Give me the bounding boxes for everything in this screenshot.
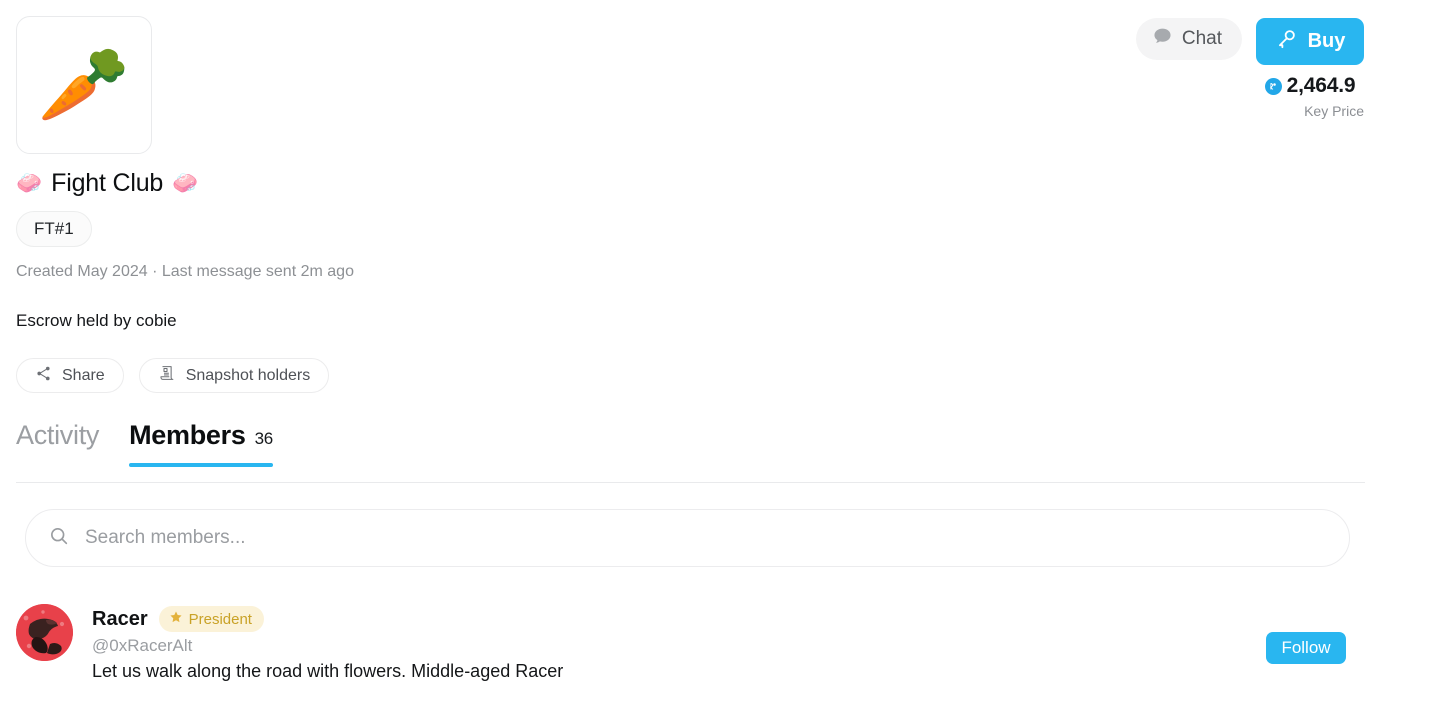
share-button-label: Share [62, 366, 105, 384]
member-info: Racer President @0xRacerAlt Let us walk … [92, 604, 1247, 682]
share-button[interactable]: Share [16, 358, 124, 393]
buy-button-label: Buy [1307, 30, 1346, 52]
key-price-value: 2,464.9 [1286, 74, 1356, 97]
search-bar[interactable] [25, 509, 1350, 567]
scroll-icon [158, 364, 176, 387]
tab-activity[interactable]: Activity [16, 420, 99, 467]
chat-button-label: Chat [1181, 28, 1222, 49]
chat-button[interactable]: Chat [1135, 18, 1242, 60]
key-price-label: Key Price [1304, 103, 1364, 119]
share-nodes-icon [35, 365, 52, 387]
snapshot-holders-label: Snapshot holders [185, 366, 311, 384]
coin-icon [1264, 77, 1282, 95]
search-input[interactable] [83, 526, 1327, 550]
tab-members-label: Members [129, 420, 246, 450]
member-name: Racer [92, 607, 148, 630]
member-bio: Let us walk along the road with flowers.… [92, 661, 564, 681]
group-avatar-tile[interactable]: 🥕 [16, 16, 152, 154]
follow-button[interactable]: Follow [1266, 632, 1346, 664]
tab-bar: Activity Members 36 [16, 420, 273, 467]
buy-button[interactable]: Buy [1256, 18, 1364, 65]
key-price-row: 2,464.9 [1264, 74, 1356, 98]
tab-divider [16, 482, 1365, 483]
group-meta: Created May 2024 · Last message sent 2m … [16, 263, 354, 280]
header-actions: Chat Buy 2,464.9 Key Price [1135, 18, 1364, 119]
action-chip-row: Share Snapshot holders [16, 358, 330, 393]
member-handle[interactable]: @0xRacerAlt [92, 636, 1247, 656]
tab-members-count: 36 [254, 429, 274, 448]
buy-section: Buy 2,464.9 Key Price [1256, 18, 1364, 119]
key-icon [1275, 27, 1298, 56]
tab-activity-label: Activity [16, 420, 100, 450]
member-name-line: Racer President [92, 606, 1247, 632]
star-icon [169, 610, 183, 628]
escrow-info: Escrow held by cobie [16, 311, 177, 330]
speech-bubble-icon [1152, 26, 1173, 53]
member-list-item[interactable]: Racer President @0xRacerAlt Let us walk … [16, 604, 1346, 682]
status-badge: President [158, 606, 264, 632]
page-title: 🧼 Fight Club 🧼 [16, 169, 198, 198]
tab-members[interactable]: Members 36 [129, 420, 273, 467]
snapshot-holders-button[interactable]: Snapshot holders [138, 358, 330, 393]
soap-icon-left: 🧼 [16, 172, 43, 195]
carrot-icon: 🥕 [37, 43, 131, 126]
ticker-badge[interactable]: FT#1 [16, 211, 92, 247]
avatar[interactable] [16, 604, 73, 661]
soap-icon-right: 🧼 [172, 172, 199, 195]
search-icon [48, 525, 70, 552]
group-title-text: Fight Club [51, 169, 164, 197]
status-badge-label: President [188, 610, 252, 628]
